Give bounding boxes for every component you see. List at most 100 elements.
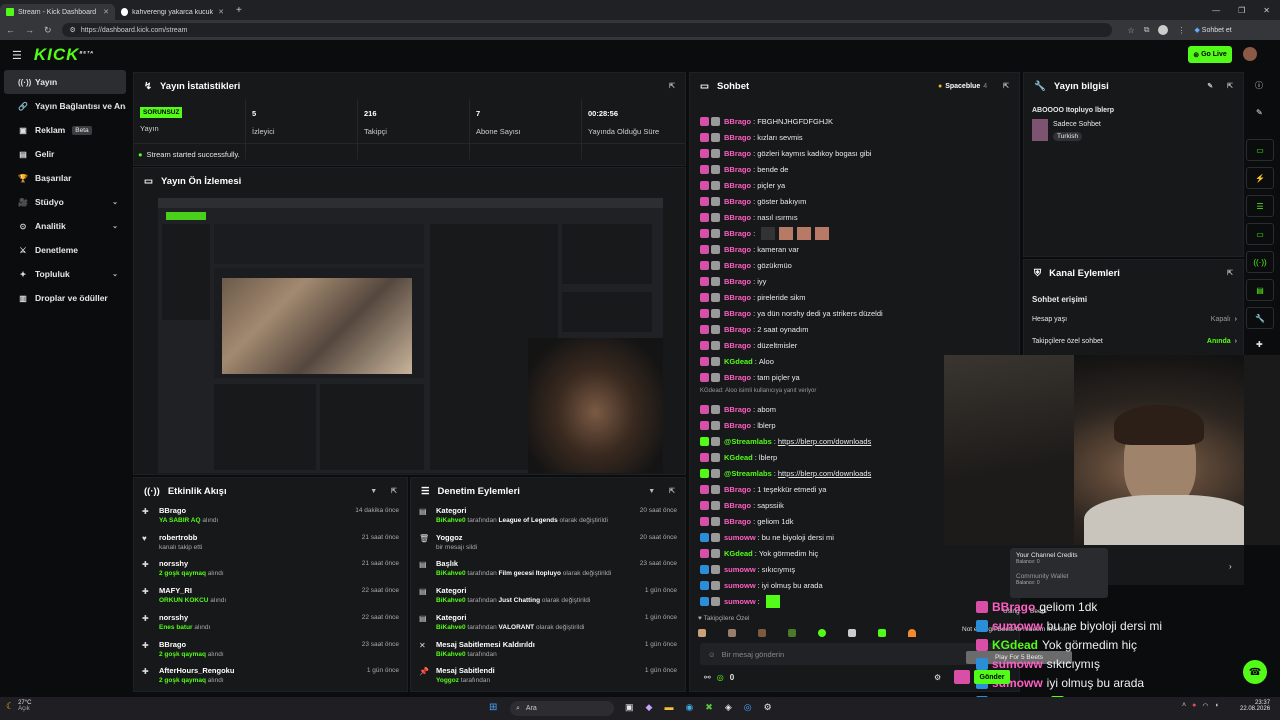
- chat-message[interactable]: BBrago: bende de: [700, 161, 788, 177]
- stream-preview-video[interactable]: [158, 198, 663, 473]
- bookmark-icon[interactable]: ☆: [1128, 26, 1135, 35]
- chat-message[interactable]: sumoww: sıkıcıymış: [700, 561, 795, 577]
- chat-username[interactable]: BBrago: [724, 197, 751, 206]
- chat-username[interactable]: BBrago: [724, 229, 751, 238]
- chat-button[interactable]: ◆ Sohbet et: [1194, 26, 1231, 34]
- rail-button-stream[interactable]: ((·)): [1246, 251, 1274, 273]
- chat-message[interactable]: BBrago: gözükmüo: [700, 257, 792, 273]
- profile-icon[interactable]: [1158, 25, 1169, 35]
- chat-username[interactable]: BBrago: [724, 517, 751, 526]
- edge-icon[interactable]: ◉: [685, 702, 693, 713]
- chat-message[interactable]: BBrago: göster bakıyım: [700, 193, 806, 209]
- chat-link[interactable]: https://blerp.com/downloads: [778, 469, 871, 478]
- chat-message[interactable]: BBrago:: [700, 225, 830, 241]
- emote-icon[interactable]: [758, 629, 766, 637]
- chat-username[interactable]: @Streamlabs: [724, 469, 772, 478]
- chat-settings-icon[interactable]: ⚙: [934, 673, 941, 682]
- rail-button-monitor[interactable]: ▭: [1246, 139, 1274, 161]
- emote-icon[interactable]: [728, 629, 736, 637]
- followers-only-row[interactable]: Takipçilere özel sohbet Anında ›: [1032, 338, 1237, 345]
- mod-action-row[interactable]: ▤ Kategori BiKahve0 tarafından VALORANT ol…: [411, 611, 685, 637]
- chat-username[interactable]: BBrago: [724, 501, 751, 510]
- chat-message[interactable]: BBrago: gözleri kaymıs kadıkoy bogası gi…: [700, 145, 871, 161]
- back-icon[interactable]: ←: [6, 25, 15, 35]
- chat-username[interactable]: KGdead: [724, 357, 753, 366]
- chat-message[interactable]: sumoww: iyi olmuş bu arada: [700, 577, 823, 593]
- chat-message[interactable]: BBrago: kameran var: [700, 241, 799, 257]
- add-widget-icon[interactable]: ✚: [1256, 340, 1263, 349]
- menu-dots-icon[interactable]: ⋮: [1177, 26, 1185, 35]
- chat-username[interactable]: BBrago: [724, 261, 751, 270]
- copilot-icon[interactable]: ◆: [646, 702, 653, 713]
- chat-username[interactable]: BBrago: [724, 293, 751, 302]
- weather-widget[interactable]: ☾ 27°C Açık: [6, 700, 31, 712]
- chat-username[interactable]: sumoww: [724, 533, 756, 542]
- chat-message[interactable]: BBrago: ya dün norshy dedi ya strikers d…: [700, 305, 883, 321]
- sidebar-item-0[interactable]: ((·)) Yayın: [4, 70, 126, 94]
- edit-icon[interactable]: ✎: [1207, 82, 1213, 90]
- rail-button-layers[interactable]: ▤: [1246, 279, 1274, 301]
- chat-link[interactable]: https://blerp.com/downloads: [778, 437, 871, 446]
- extension-icon[interactable]: ⧉: [1144, 25, 1150, 35]
- mic-icon[interactable]: ●: [1192, 702, 1196, 710]
- account-age-row[interactable]: Hesap yaşı Kapalı ›: [1032, 316, 1237, 323]
- rail-button-flash[interactable]: ⚡: [1246, 167, 1274, 189]
- chat-username[interactable]: BBrago: [724, 405, 751, 414]
- maximize-icon[interactable]: ❐: [1238, 6, 1245, 15]
- avatar[interactable]: [1243, 47, 1257, 61]
- new-tab-icon[interactable]: +: [236, 5, 242, 16]
- rail-button-chat[interactable]: ▭: [1246, 223, 1274, 245]
- chat-username[interactable]: sumoww: [724, 565, 756, 574]
- emote-icon[interactable]: [698, 629, 706, 637]
- chat-username[interactable]: BBrago: [724, 373, 751, 382]
- activity-row[interactable]: ✚ norsshy 2 goşk qaymaq alındı 21 saat önce: [134, 557, 407, 583]
- chat-username[interactable]: sumoww: [724, 581, 756, 590]
- chat-username[interactable]: KGdead: [724, 549, 753, 558]
- mod-action-row[interactable]: 📌 Mesaj Sabitlendi Yoggoz tarafından 1 gün …: [411, 664, 685, 690]
- chat-message[interactable]: BBrago: geliom 1dk: [700, 513, 793, 529]
- chat-message[interactable]: sumoww:: [700, 593, 780, 609]
- sidebar-item-8[interactable]: ✦ Topluluk ⌄: [4, 262, 126, 286]
- mod-action-row[interactable]: ✕ Mesaj Sabitlemesi Kaldırıldı BiKahve0 ta…: [411, 638, 685, 664]
- emote-icon[interactable]: [818, 629, 826, 637]
- popout-icon[interactable]: ⇱: [1227, 82, 1233, 90]
- sidebar-item-4[interactable]: 🏆 Başarılar: [4, 166, 126, 190]
- activity-row[interactable]: ✚ BBrago 2 goşk qaymaq alındı 23 saat önce: [134, 638, 407, 664]
- clock[interactable]: 23:37 22.08.2026: [1240, 700, 1270, 712]
- chat-username[interactable]: BBrago: [724, 341, 751, 350]
- chat-message[interactable]: BBrago: nasıl ısırmıs: [700, 209, 798, 225]
- activity-row[interactable]: ✚ AfterHours_Rengoku 2 goşk qaymaq alındı 1…: [134, 664, 407, 690]
- chat-username[interactable]: sumoww: [724, 597, 756, 606]
- kick-logo[interactable]: KICKBETA: [34, 45, 94, 65]
- chat-message[interactable]: BBrago: pireleride sikm: [700, 289, 806, 305]
- reload-icon[interactable]: ↻: [44, 25, 52, 36]
- activity-row[interactable]: ♥ robertrobb kanalı takip etti 21 saat önce: [134, 531, 407, 557]
- chat-username[interactable]: @Streamlabs: [724, 437, 772, 446]
- chat-message[interactable]: BBrago: 1 teşekkür etmedi ya: [700, 481, 826, 497]
- minimize-icon[interactable]: —: [1212, 6, 1220, 15]
- windows-start-icon[interactable]: ⊞: [489, 702, 497, 713]
- chat-message[interactable]: sumoww: bu ne biyoloji dersi mi: [700, 529, 834, 545]
- chat-username[interactable]: BBrago: [724, 165, 751, 174]
- chat-message[interactable]: BBrago: kızları sevmis: [700, 129, 803, 145]
- xbox-icon[interactable]: ✖: [705, 702, 713, 713]
- chat-message[interactable]: @Streamlabs: https://blerp.com/downloads: [700, 433, 871, 449]
- app-icon[interactable]: ◈: [725, 702, 732, 713]
- url-field[interactable]: ⚙ https://dashboard.kick.com/stream: [61, 23, 1112, 37]
- chat-message[interactable]: BBrago: 2 saat oynadım: [700, 321, 808, 337]
- close-tab-icon[interactable]: ✕: [218, 8, 224, 16]
- popout-icon[interactable]: ⇱: [669, 487, 675, 495]
- file-explorer-icon[interactable]: ▬: [664, 702, 673, 713]
- taskbar-search[interactable]: ⌕ Ara: [510, 701, 614, 716]
- info-icon[interactable]: ⓘ: [1255, 80, 1263, 91]
- sidebar-item-9[interactable]: ▥ Droplar ve ödüller: [4, 286, 126, 310]
- chat-message[interactable]: BBrago: iyy: [700, 273, 766, 289]
- chat-message[interactable]: KGdead: Yok görmedim hiç: [700, 545, 818, 561]
- support-chat-icon[interactable]: ☎: [1243, 660, 1267, 684]
- chat-message[interactable]: BBrago: piçler ya: [700, 177, 785, 193]
- popout-icon[interactable]: ⇱: [1003, 82, 1009, 90]
- emote-icon[interactable]: [788, 629, 796, 637]
- mod-action-row[interactable]: ▤ Kategori BiKahve0 tarafından League of L…: [411, 504, 685, 530]
- chat-message[interactable]: @Streamlabs: https://blerp.com/downloads: [700, 465, 871, 481]
- chat-username[interactable]: BBrago: [724, 117, 751, 126]
